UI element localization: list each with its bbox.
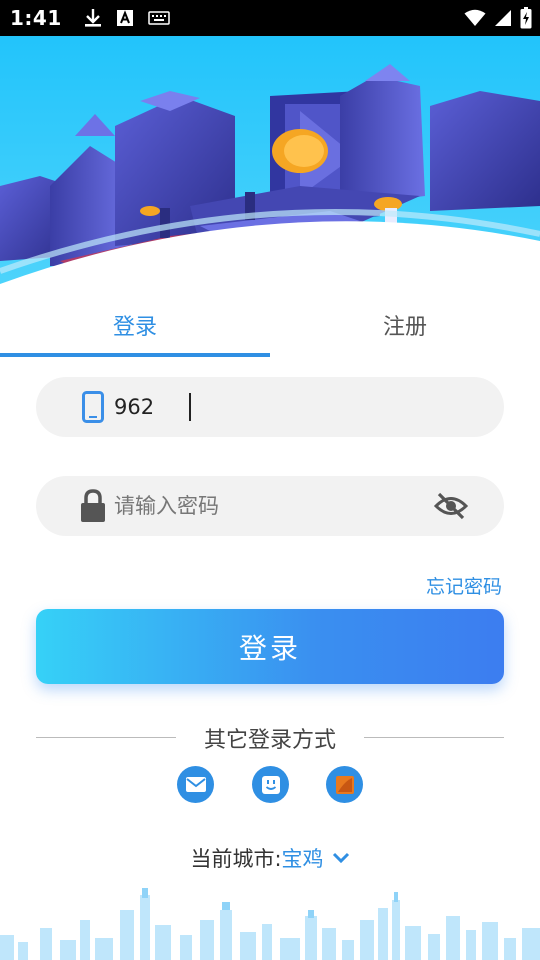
forgot-password-link[interactable]: 忘记密码 — [426, 572, 502, 599]
face-id-icon — [261, 775, 280, 794]
city-selector[interactable]: 当前城市: 宝鸡 — [0, 842, 540, 874]
face-login-button[interactable] — [252, 766, 289, 803]
other-login-title: 其它登录方式 — [203, 728, 336, 753]
notification-icons — [84, 8, 170, 28]
city-illustration — [0, 36, 540, 296]
other-login-methods: 其它登录方式 — [36, 722, 504, 754]
phone-input[interactable] — [114, 387, 424, 427]
hero-banner — [0, 36, 540, 296]
password-field[interactable] — [36, 476, 504, 536]
status-bar: 1:41 — [0, 0, 540, 36]
active-tab-indicator — [0, 353, 270, 357]
phone-icon — [78, 391, 108, 423]
text-caret — [189, 393, 191, 421]
lock-icon — [78, 489, 108, 522]
mail-icon — [185, 777, 206, 792]
city-label: 当前城市: — [190, 847, 282, 871]
status-time: 1:41 — [10, 6, 62, 30]
tab-register[interactable]: 注册 — [270, 296, 540, 354]
login-screen: 1:41 登录 注册 962 忘记密码 登录 其它登录方式 当前城市: 宝鸡 — [0, 0, 540, 960]
login-button[interactable]: 登录 — [36, 609, 504, 684]
battery-charging-icon — [520, 7, 532, 29]
cellular-signal-icon — [495, 10, 511, 26]
chevron-down-icon[interactable] — [332, 852, 350, 864]
download-icon — [84, 9, 101, 27]
skyline-decoration — [0, 888, 540, 960]
system-icons — [464, 0, 532, 36]
keyboard-icon — [148, 11, 170, 25]
auth-tabs: 登录 注册 — [0, 296, 540, 358]
app-login-button[interactable] — [326, 766, 363, 803]
app-icon — [335, 775, 354, 794]
eye-off-icon[interactable] — [434, 491, 468, 521]
tab-login[interactable]: 登录 — [0, 296, 270, 354]
mail-login-button[interactable] — [177, 766, 214, 803]
phone-field[interactable] — [36, 377, 504, 437]
password-input[interactable] — [114, 486, 424, 526]
divider-right — [364, 737, 504, 738]
city-value[interactable]: 宝鸡 — [282, 843, 324, 873]
wifi-icon — [464, 9, 486, 26]
text-a-icon — [116, 10, 133, 26]
